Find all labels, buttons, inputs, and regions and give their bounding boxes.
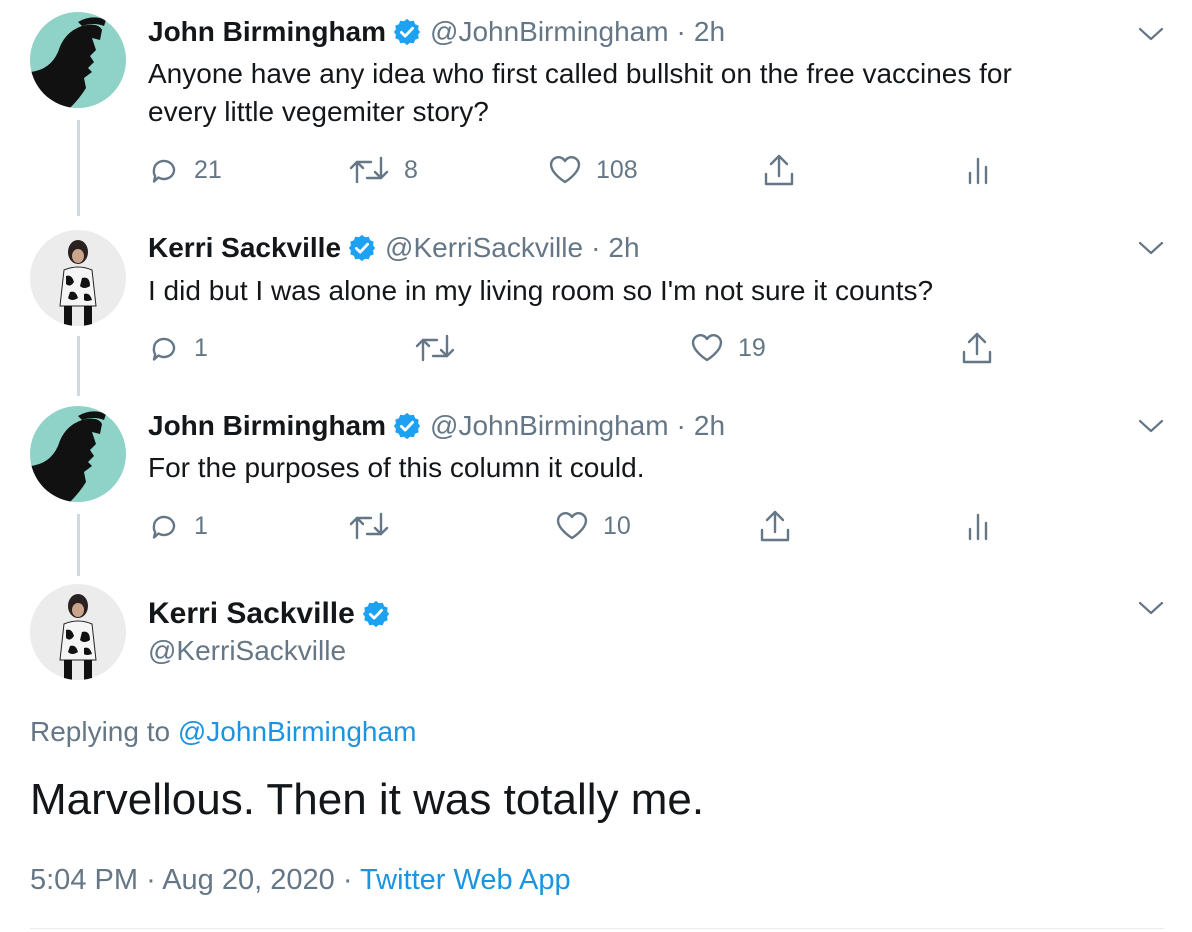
focused-tweet-header: Kerri Sackville	[148, 594, 399, 634]
tweet-source-link[interactable]: Twitter Web App	[360, 864, 571, 896]
tweet-text-line: Anyone have any idea who first called bu…	[148, 58, 1012, 89]
tweet-meta: 5:04 PM · Aug 20, 2020 · Twitter Web App	[30, 860, 571, 900]
share-icon	[764, 154, 794, 186]
ks-photo-avatar-icon	[30, 230, 126, 326]
verified-badge-icon	[393, 412, 421, 440]
reply-count: 1	[194, 333, 208, 362]
chevron-down-icon[interactable]	[1138, 26, 1164, 42]
avatar[interactable]	[30, 12, 126, 108]
analytics-button[interactable]	[966, 506, 990, 546]
avatar[interactable]	[30, 584, 126, 680]
timestamp[interactable]: 2h	[694, 410, 725, 442]
reply-icon	[152, 515, 176, 539]
timestamp[interactable]: 2h	[608, 232, 639, 264]
replying-to-label: Replying to	[30, 716, 178, 747]
reply-button[interactable]: 21	[148, 150, 222, 190]
heart-icon	[549, 156, 581, 184]
tweet-text: I did but I was alone in my living room …	[148, 272, 933, 310]
retweet-icon	[349, 156, 389, 184]
retweet-button[interactable]: 8	[348, 150, 418, 190]
reply-count: 1	[194, 511, 208, 540]
tweet-header: Kerri Sackville @KerriSackville · 2h	[148, 228, 640, 268]
reply-icon	[152, 159, 176, 183]
tweet-header: John Birmingham @JohnBirmingham · 2h	[148, 406, 725, 446]
tweet-time[interactable]: 5:04 PM	[30, 864, 138, 896]
share-button[interactable]	[960, 328, 994, 368]
thread-line	[77, 336, 80, 396]
chevron-down-icon[interactable]	[1138, 600, 1164, 616]
like-count: 108	[596, 155, 638, 184]
analytics-button[interactable]	[966, 150, 990, 190]
separator-dot: ·	[676, 16, 686, 47]
reply-button[interactable]: 1	[148, 506, 208, 546]
retweet-count: 8	[404, 155, 418, 184]
heart-icon	[556, 512, 588, 540]
avatar[interactable]	[30, 230, 126, 326]
thread-line	[77, 120, 80, 216]
author-name[interactable]: John Birmingham	[148, 410, 386, 442]
chevron-down-icon[interactable]	[1138, 418, 1164, 434]
share-icon	[760, 510, 790, 542]
author-handle[interactable]: @JohnBirmingham	[430, 16, 669, 48]
like-button[interactable]: 19	[690, 328, 766, 368]
avatar[interactable]	[30, 406, 126, 502]
retweet-icon	[415, 334, 455, 362]
author-handle[interactable]: @JohnBirmingham	[430, 410, 669, 442]
separator-dot: ·	[342, 864, 353, 896]
verified-badge-icon	[362, 600, 389, 628]
replying-to-link[interactable]: @JohnBirmingham	[178, 716, 417, 747]
separator-dot: ·	[591, 232, 601, 263]
author-name[interactable]: Kerri Sackville	[148, 232, 341, 264]
separator-dot: ·	[676, 410, 686, 441]
like-button[interactable]: 108	[548, 150, 638, 190]
reply-icon	[152, 337, 176, 361]
share-icon	[962, 332, 992, 364]
reply-count: 21	[194, 155, 222, 184]
retweet-button[interactable]	[348, 506, 404, 546]
jb-silhouette-avatar-icon	[30, 406, 126, 502]
tweet-date[interactable]: Aug 20, 2020	[162, 864, 335, 896]
verified-badge-icon	[393, 18, 421, 46]
jb-silhouette-avatar-icon	[30, 12, 126, 108]
verified-badge-icon	[348, 234, 376, 262]
analytics-icon	[968, 157, 988, 185]
share-button[interactable]	[758, 506, 792, 546]
retweet-icon	[349, 512, 389, 540]
author-name[interactable]: John Birmingham	[148, 16, 386, 48]
author-handle[interactable]: @KerriSackville	[385, 232, 583, 264]
like-count: 10	[603, 511, 631, 540]
tweet-text: Anyone have any idea who first called bu…	[148, 55, 1012, 131]
analytics-icon	[968, 513, 988, 541]
like-count: 19	[738, 333, 766, 362]
separator-dot: ·	[146, 864, 156, 896]
thread-line	[77, 514, 80, 576]
timestamp[interactable]: 2h	[694, 16, 725, 48]
ks-photo-avatar-icon	[30, 584, 126, 680]
tweet-text: For the purposes of this column it could…	[148, 449, 644, 487]
tweet-text-line: every little vegemiter story?	[148, 96, 489, 127]
share-button[interactable]	[762, 150, 796, 190]
retweet-button[interactable]	[414, 328, 470, 368]
tweet-text-line: I did but I was alone in my living room …	[148, 275, 934, 306]
author-name[interactable]: Kerri Sackville	[148, 597, 355, 631]
chevron-down-icon[interactable]	[1138, 240, 1164, 256]
focused-tweet-text: Marvellous. Then it was totally me.	[30, 775, 705, 824]
divider	[30, 928, 1164, 929]
like-button[interactable]: 10	[555, 506, 631, 546]
replying-to: Replying to @JohnBirmingham	[30, 713, 416, 751]
heart-icon	[691, 334, 723, 362]
reply-button[interactable]: 1	[148, 328, 208, 368]
tweet-header: John Birmingham @JohnBirmingham · 2h	[148, 12, 725, 52]
tweet-text-line: For the purposes of this column it could…	[148, 452, 645, 483]
author-handle[interactable]: @KerriSackville	[148, 632, 346, 670]
